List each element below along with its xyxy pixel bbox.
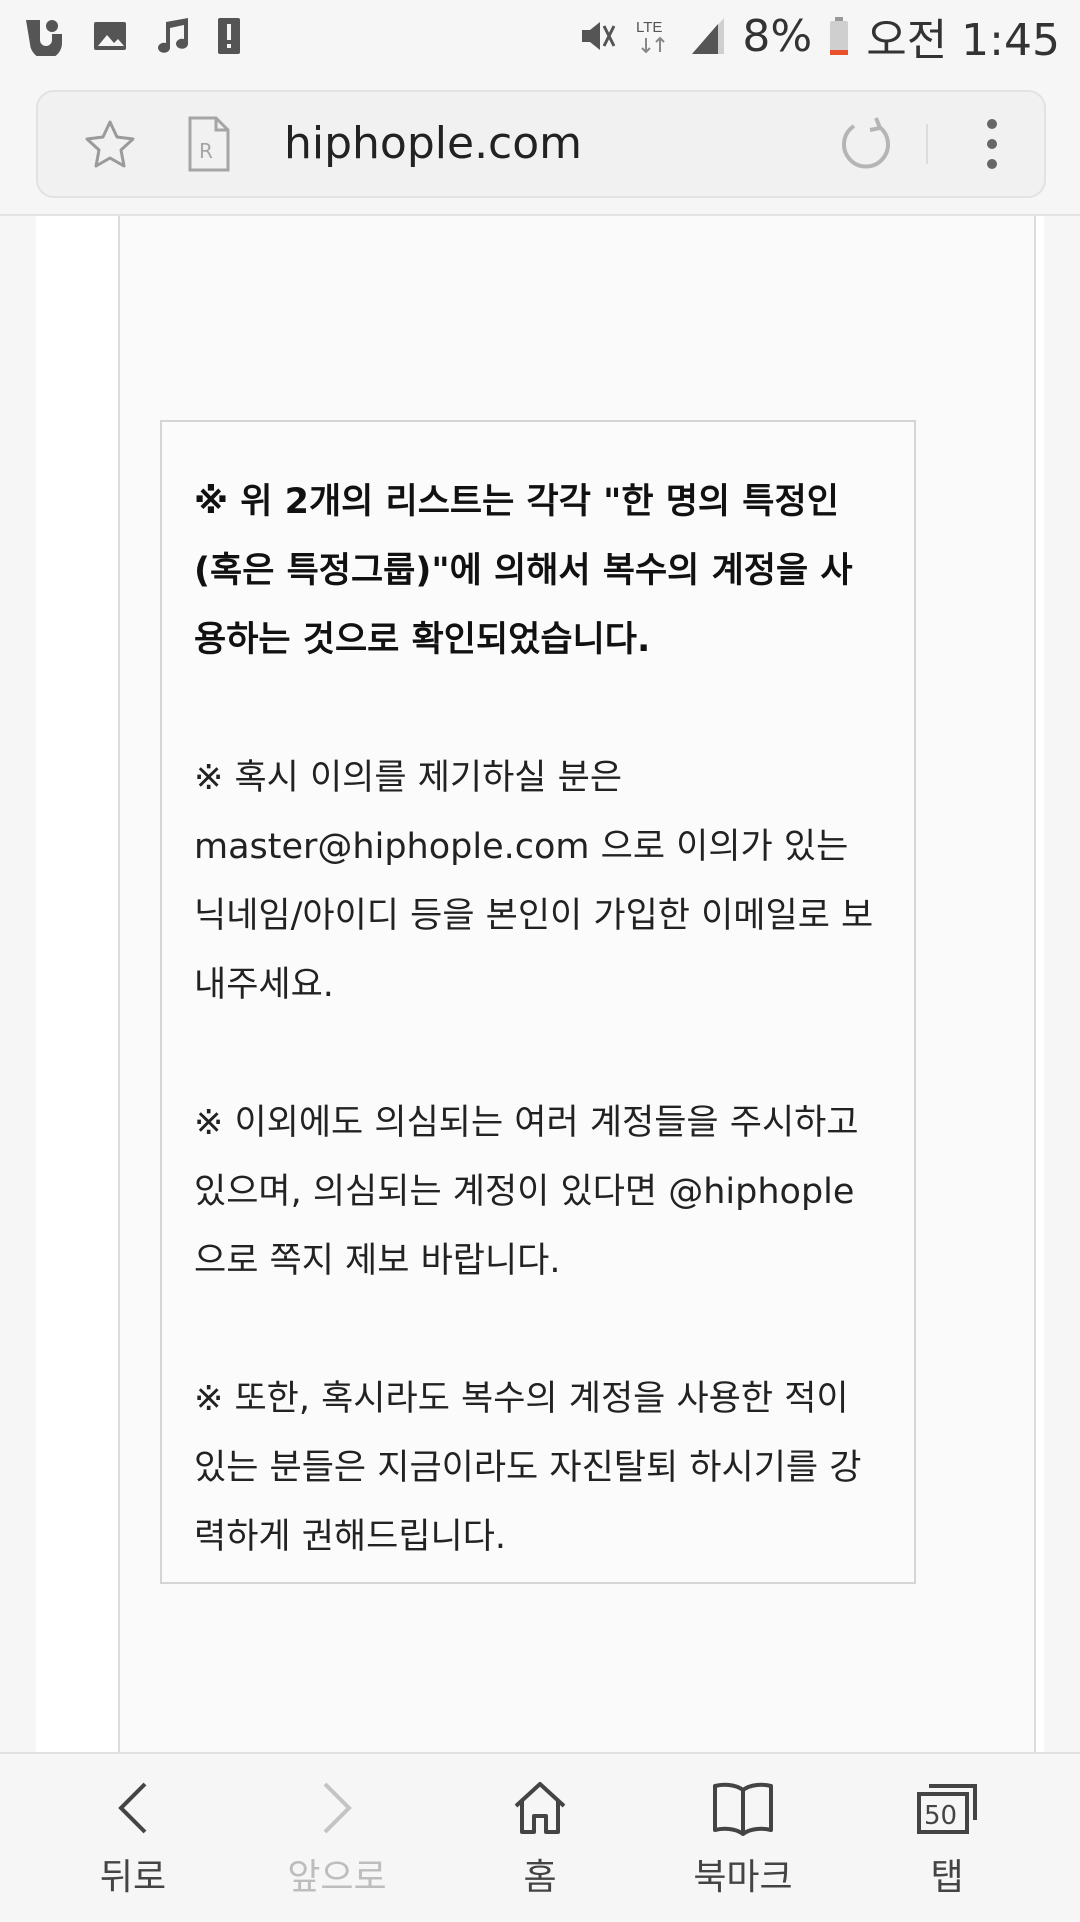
web-page[interactable]: ※ 위 2개의 리스트는 각각 "한 명의 특정인(혹은 특정그룹)"에 의해서… bbox=[0, 216, 1080, 1752]
svg-text:LTE: LTE bbox=[636, 19, 662, 36]
lte-icon: LTE bbox=[634, 16, 674, 56]
battery-icon bbox=[828, 16, 850, 56]
notice-box: ※ 위 2개의 리스트는 각각 "한 명의 특정인(혹은 특정그룹)"에 의해서… bbox=[160, 420, 916, 1584]
notice-paragraph: ※ 혹시 이의를 제기하실 분은 master@hiphople.com 으로 … bbox=[194, 758, 874, 1005]
battery-percent: 8% bbox=[742, 10, 813, 62]
back-button[interactable]: 뒤로 bbox=[48, 1780, 218, 1900]
notice-paragraph: ※ 또한, 혹시라도 복수의 계정을 사용한 적이 있는 분들은 지금이라도 자… bbox=[194, 1379, 862, 1557]
clock: 오전 1:45 bbox=[866, 15, 1060, 66]
notice-paragraph: ※ 이외에도 의심되는 여러 계정들을 주시하고 있으며, 의심되는 계정이 있… bbox=[194, 1103, 859, 1281]
svg-text:50: 50 bbox=[924, 1801, 957, 1831]
image-icon bbox=[92, 18, 128, 54]
mute-icon bbox=[578, 16, 618, 56]
app-icon bbox=[22, 16, 66, 56]
forward-label: 앞으로 bbox=[287, 1857, 387, 1898]
bookmarks-button[interactable]: 북마크 bbox=[658, 1780, 828, 1900]
svg-text:R: R bbox=[199, 139, 213, 163]
toolbar-divider bbox=[926, 124, 928, 164]
book-icon bbox=[711, 1780, 775, 1840]
browser-toolbar: R hiphople.com bbox=[0, 72, 1080, 216]
home-label: 홈 bbox=[523, 1857, 557, 1898]
chevron-left-icon bbox=[115, 1780, 151, 1840]
tabs-button[interactable]: 50 탭 bbox=[862, 1780, 1032, 1900]
more-options-icon[interactable] bbox=[982, 118, 1002, 174]
reader-mode-icon[interactable]: R bbox=[184, 116, 232, 176]
tabs-icon: 50 bbox=[915, 1780, 979, 1840]
tabs-label: 탭 bbox=[930, 1857, 964, 1898]
forward-button[interactable]: 앞으로 bbox=[252, 1780, 422, 1900]
music-icon bbox=[154, 16, 190, 56]
bookmark-star-icon[interactable] bbox=[82, 118, 138, 176]
home-icon bbox=[512, 1780, 568, 1840]
reload-icon[interactable] bbox=[838, 116, 894, 176]
home-button[interactable]: 홈 bbox=[455, 1780, 625, 1900]
alert-icon bbox=[216, 16, 242, 56]
signal-icon bbox=[690, 16, 726, 56]
notice-paragraph: ※ 위 2개의 리스트는 각각 "한 명의 특정인(혹은 특정그룹)"에 의해서… bbox=[194, 482, 853, 660]
url-text[interactable]: hiphople.com bbox=[284, 118, 582, 169]
address-bar[interactable]: R hiphople.com bbox=[36, 90, 1046, 198]
bottom-nav: 뒤로 앞으로 홈 북마크 50 탭 bbox=[0, 1752, 1080, 1922]
chevron-right-icon bbox=[319, 1780, 355, 1840]
status-bar: LTE 8% 오전 1:45 bbox=[0, 0, 1080, 72]
bookmarks-label: 북마크 bbox=[693, 1857, 793, 1898]
back-label: 뒤로 bbox=[99, 1857, 167, 1898]
